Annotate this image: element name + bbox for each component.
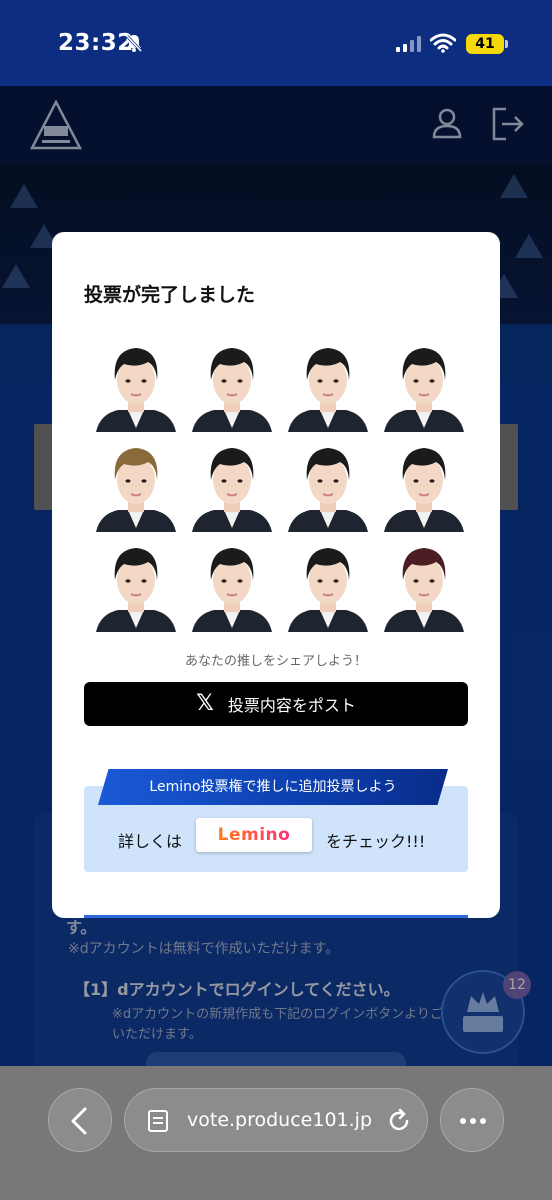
battery-indicator: 41 [466, 34, 508, 54]
browser-toolbar: vote.produce101.jp [0, 1066, 552, 1200]
login-step-note: ※dアカウントの新規作成も下記のログインボタンよりご [112, 1007, 443, 1022]
portrait-illustration [288, 548, 368, 632]
trainee-portrait [88, 336, 184, 432]
wifi-icon [430, 33, 456, 53]
trainee-portrait [184, 336, 280, 432]
portrait-illustration [384, 548, 464, 632]
lemino-banner: Lemino投票権で推しに追加投票しよう [98, 769, 448, 805]
portrait-illustration [288, 348, 368, 432]
trainee-portrait [376, 336, 472, 432]
vote-complete-dialog: 投票が完了しました あなたの推しをシェアしよう！ 𝕏 投票内容をポスト 詳しくは… [52, 232, 500, 918]
post-button-label: 投票内容をポスト [227, 696, 356, 715]
portrait-grid [88, 336, 472, 632]
back-button[interactable] [48, 1088, 112, 1152]
bell-muted-icon [125, 34, 143, 53]
chevron-left-icon [71, 1107, 87, 1135]
address-bar[interactable]: vote.produce101.jp [124, 1088, 428, 1152]
trainee-portrait [88, 436, 184, 532]
site-header [0, 86, 552, 164]
lemino-logo-text: Lemino [217, 825, 291, 845]
dialog-bottom-accent [84, 915, 468, 918]
portrait-illustration [384, 448, 464, 532]
portrait-illustration [96, 348, 176, 432]
dialog-title: 投票が完了しました [84, 284, 256, 306]
portrait-illustration [96, 448, 176, 532]
user-icon[interactable] [430, 106, 464, 140]
share-caption: あなたの推しをシェアしよう！ [184, 654, 367, 669]
login-step-note-cont: いただけます。 [112, 1027, 202, 1042]
status-bar: 23:32 41 [0, 0, 552, 86]
login-step-heading: 【1】dアカウントでログインしてください。 [74, 980, 400, 999]
trainee-portrait [280, 536, 376, 632]
clock: 23:32 [58, 30, 134, 56]
trainee-portrait [280, 336, 376, 432]
trainee-portrait [184, 436, 280, 532]
trainee-portrait [280, 436, 376, 532]
trainee-portrait [184, 536, 280, 632]
lemino-logo-button[interactable]: Lemino [196, 818, 312, 852]
trainee-portrait [376, 436, 472, 532]
post-to-x-button[interactable]: 𝕏 投票内容をポスト [84, 682, 468, 726]
portrait-illustration [288, 448, 368, 532]
signal-icon [396, 36, 421, 52]
trainee-portrait [376, 536, 472, 632]
trainee-portrait [88, 536, 184, 632]
account-note: ※dアカウントは無料で作成いただけます。 [68, 941, 340, 957]
portrait-illustration [384, 348, 464, 432]
portrait-illustration [192, 448, 272, 532]
vote-count-badge: 12 [503, 971, 531, 999]
produce101-logo [30, 100, 82, 150]
reload-icon[interactable] [385, 1107, 413, 1135]
more-options-button[interactable] [440, 1088, 504, 1152]
portrait-illustration [192, 548, 272, 632]
page-settings-icon [148, 1110, 168, 1132]
lemino-left-text: 詳しくは [118, 832, 183, 851]
ellipsis-icon [460, 1118, 486, 1124]
url-text: vote.produce101.jp [187, 1109, 373, 1131]
portrait-illustration [96, 548, 176, 632]
portrait-illustration [192, 348, 272, 432]
lemino-right-text: をチェック!!! [326, 832, 426, 851]
logout-icon[interactable] [490, 106, 526, 142]
x-logo-icon: 𝕏 [196, 691, 214, 716]
